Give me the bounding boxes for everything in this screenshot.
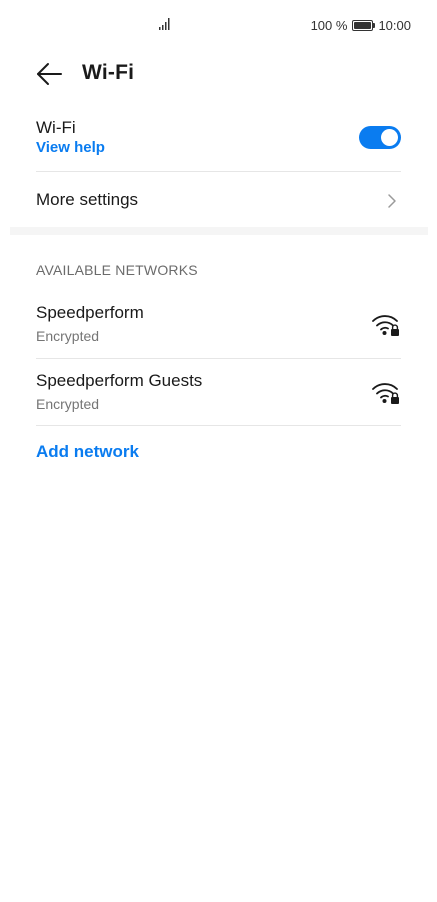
network-item[interactable]: Speedperform Guests Encrypted [36, 371, 401, 417]
signal-strength-icon [159, 18, 170, 30]
wifi-toggle-row[interactable]: Wi-Fi View help [36, 118, 401, 162]
wifi-locked-icon [372, 383, 399, 404]
battery-icon [352, 19, 376, 31]
toggle-knob [381, 129, 398, 146]
network-name: Speedperform [36, 303, 144, 322]
available-networks-header: AVAILABLE NETWORKS [36, 262, 198, 278]
header: Wi-Fi [0, 50, 437, 98]
section-separator [10, 227, 428, 235]
chevron-right-icon [388, 194, 396, 208]
view-help-link[interactable]: View help [36, 139, 401, 157]
wifi-toggle-label: Wi-Fi [36, 118, 76, 137]
divider [36, 171, 401, 172]
page-title: Wi-Fi [82, 61, 135, 84]
back-arrow-icon[interactable] [34, 60, 64, 88]
more-settings-row[interactable]: More settings [36, 190, 401, 212]
status-bar: 100 % 10:00 [0, 0, 437, 50]
network-item[interactable]: Speedperform Encrypted [36, 303, 401, 349]
divider [36, 358, 401, 359]
more-settings-label: More settings [36, 190, 139, 209]
clock: 10:00 [378, 17, 411, 33]
divider [36, 425, 401, 426]
wifi-toggle-switch[interactable] [359, 126, 401, 149]
battery-percent: 100 % [310, 17, 348, 33]
network-status: Encrypted [36, 396, 100, 412]
status-right: 100 % 10:00 [311, 17, 411, 33]
wifi-locked-icon [372, 315, 399, 336]
network-name: Speedperform Guests [36, 371, 203, 390]
network-status: Encrypted [36, 328, 100, 344]
add-network-button[interactable]: Add network [36, 442, 139, 462]
